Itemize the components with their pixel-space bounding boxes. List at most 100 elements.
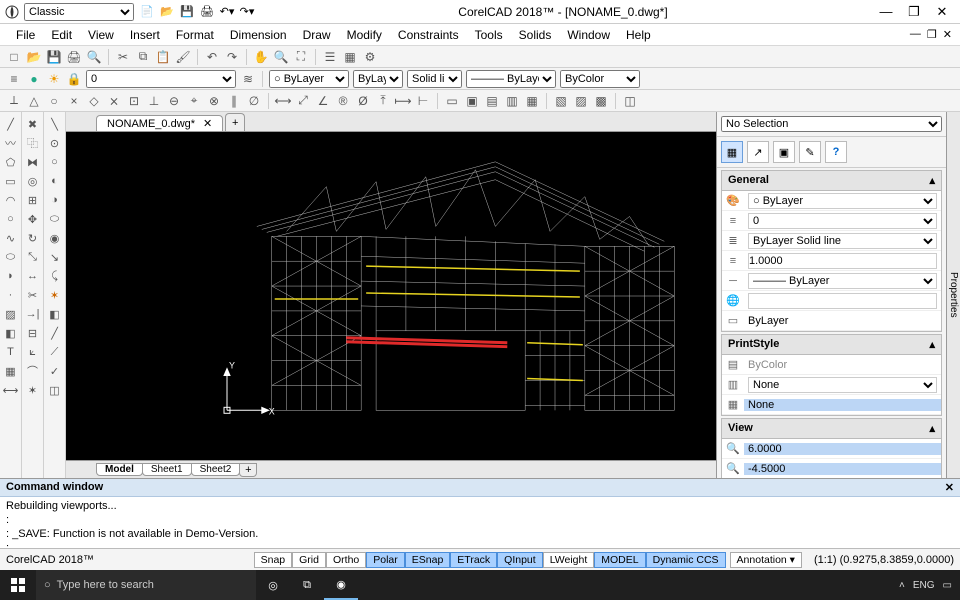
constr8-icon[interactable]: ▩ — [593, 93, 609, 109]
start-button[interactable] — [0, 570, 36, 600]
dim-linear-icon[interactable]: ⟷ — [275, 93, 291, 109]
status-qinput[interactable]: QInput — [497, 552, 543, 568]
m5-icon[interactable]: ◑ — [47, 192, 63, 208]
properties-side-label[interactable]: Properties — [946, 112, 960, 478]
osnap-tan-icon[interactable]: ⊖ — [166, 93, 182, 109]
pp-btn-1[interactable]: ▦ — [721, 141, 743, 163]
bycolor-select[interactable]: ByColor — [560, 70, 640, 88]
osnap-int-icon[interactable]: ⨯ — [106, 93, 122, 109]
arc-tool-icon[interactable]: ◠ — [3, 192, 19, 208]
command-close-icon[interactable]: ✕ — [945, 481, 954, 494]
properties-icon[interactable]: ☰ — [322, 49, 338, 65]
section-view-header[interactable]: View▴ — [721, 418, 942, 439]
menu-edit[interactable]: Edit — [43, 26, 80, 44]
constr4-icon[interactable]: ▥ — [504, 93, 520, 109]
osnap-end-icon[interactable]: ⟂ — [6, 93, 22, 109]
text-tool-icon[interactable]: T — [3, 344, 19, 360]
status-esnap[interactable]: ESnap — [405, 552, 451, 568]
save-icon[interactable]: 💾 — [180, 5, 194, 19]
constr9-icon[interactable]: ◫ — [622, 93, 638, 109]
osnap-quad-icon[interactable]: ◇ — [86, 93, 102, 109]
layertools-icon[interactable]: ≋ — [240, 71, 256, 87]
dim-base-icon[interactable]: ⊢ — [415, 93, 431, 109]
color-select[interactable]: ○ ByLayer — [269, 70, 349, 88]
hatch-tool-icon[interactable]: ▨ — [3, 306, 19, 322]
minimize-button[interactable]: — — [872, 4, 900, 19]
taskview-icon[interactable]: ⧉ — [290, 570, 324, 600]
menu-solids[interactable]: Solids — [511, 26, 560, 44]
open-icon[interactable]: 📂 — [160, 5, 174, 19]
constr2-icon[interactable]: ▣ — [464, 93, 480, 109]
menu-insert[interactable]: Insert — [122, 26, 168, 44]
redo2-icon[interactable]: ↷ — [224, 49, 240, 65]
dim-aligned-icon[interactable]: ⤢ — [295, 93, 311, 109]
m10-icon[interactable]: ✶ — [47, 287, 63, 303]
pp-btn-3[interactable]: ▣ — [773, 141, 795, 163]
ellipse-tool-icon[interactable]: ⬭ — [3, 249, 19, 265]
mdi-restore-icon[interactable]: ❐ — [927, 28, 937, 41]
cut-icon[interactable]: ✂ — [115, 49, 131, 65]
new-doc-icon[interactable]: 📄 — [140, 5, 154, 19]
annotation-dropdown[interactable]: Annotation ▾ — [730, 552, 802, 568]
copy2-icon[interactable]: ⿻ — [25, 135, 41, 151]
freeze-icon[interactable]: ☀ — [46, 71, 62, 87]
save2-icon[interactable]: 💾 — [46, 49, 62, 65]
pan-icon[interactable]: ✋ — [253, 49, 269, 65]
selection-filter-select[interactable]: No Selection — [721, 116, 942, 132]
line-tool-icon[interactable]: ╱ — [3, 116, 19, 132]
linetype-select[interactable]: ByLayer — [353, 70, 403, 88]
m3-icon[interactable]: ○ — [47, 154, 63, 170]
status-snap[interactable]: Snap — [254, 552, 293, 568]
polygon-tool-icon[interactable]: ⬠ — [3, 154, 19, 170]
menu-view[interactable]: View — [80, 26, 122, 44]
redo-icon[interactable]: ↷▾ — [240, 5, 254, 19]
m8-icon[interactable]: ↘ — [47, 249, 63, 265]
section-general-header[interactable]: General▴ — [721, 170, 942, 191]
constr6-icon[interactable]: ▧ — [553, 93, 569, 109]
preview-icon[interactable]: 🔍 — [86, 49, 102, 65]
undo2-icon[interactable]: ↶ — [204, 49, 220, 65]
match-icon[interactable]: 🖌 — [175, 49, 191, 65]
osnap-mid-icon[interactable]: △ — [26, 93, 42, 109]
m1-icon[interactable]: ╲ — [47, 116, 63, 132]
command-output[interactable]: Rebuilding viewports... : : _SAVE: Funct… — [0, 497, 960, 548]
pp-btn-2[interactable]: ↗ — [747, 141, 769, 163]
circle-tool-icon[interactable]: ○ — [3, 211, 19, 227]
osnap-par-icon[interactable]: ∥ — [226, 93, 242, 109]
menu-file[interactable]: File — [8, 26, 43, 44]
prop-linetype-select[interactable]: ByLayer Solid line — [748, 233, 937, 249]
tray-more-icon[interactable]: ▭ — [943, 580, 952, 591]
fillet-icon[interactable]: ⌒ — [25, 363, 41, 379]
linestyle-select[interactable]: Solid line — [407, 70, 462, 88]
taskbar-search[interactable]: ○Type here to search — [36, 570, 256, 600]
pp-help-button[interactable]: ? — [825, 141, 847, 163]
cortana-icon[interactable]: ◎ — [256, 570, 290, 600]
prop-linestyle-select[interactable]: ——— ByLayer — [748, 273, 937, 289]
layer-select[interactable]: 0 — [86, 70, 236, 88]
spline-tool-icon[interactable]: ∿ — [3, 230, 19, 246]
print2-icon[interactable]: 🖨 — [66, 49, 82, 65]
m2-icon[interactable]: ⊙ — [47, 135, 63, 151]
polyline-tool-icon[interactable]: 〰 — [3, 135, 19, 151]
explode-icon[interactable]: ✶ — [25, 382, 41, 398]
m6-icon[interactable]: ⬭ — [47, 211, 63, 227]
dim-radius-icon[interactable]: ® — [335, 93, 351, 109]
sheet-tab-2[interactable]: Sheet2 — [191, 463, 241, 476]
dim-ord-icon[interactable]: ⤒ — [375, 93, 391, 109]
constr1-icon[interactable]: ▭ — [444, 93, 460, 109]
paste-icon[interactable]: 📋 — [155, 49, 171, 65]
m9-icon[interactable]: ⤹ — [47, 268, 63, 284]
document-tab[interactable]: NONAME_0.dwg* ✕ — [96, 115, 223, 131]
prop-hyperlink-input[interactable] — [748, 293, 937, 309]
point-tool-icon[interactable]: · — [3, 287, 19, 303]
menu-dimension[interactable]: Dimension — [222, 26, 295, 44]
maximize-button[interactable]: ❐ — [900, 4, 928, 20]
m11-icon[interactable]: ◧ — [47, 306, 63, 322]
m13-icon[interactable]: ⟋ — [47, 344, 63, 360]
m12-icon[interactable]: ╱ — [47, 325, 63, 341]
print-icon[interactable]: 🖨 — [200, 5, 214, 19]
tool-icon[interactable]: ⚙ — [362, 49, 378, 65]
tray-up-icon[interactable]: ˄ — [899, 580, 905, 591]
prop-color-select[interactable]: ○ ByLayer — [748, 193, 937, 209]
offset-icon[interactable]: ◎ — [25, 173, 41, 189]
